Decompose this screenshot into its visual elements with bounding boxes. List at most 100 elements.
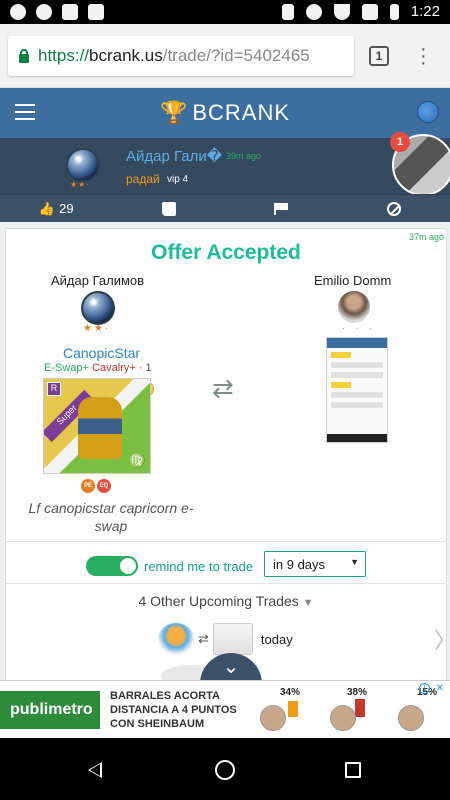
notification-badge[interactable]: 1 <box>390 132 410 152</box>
owner-avatar[interactable] <box>66 148 100 182</box>
ad-bar <box>288 701 298 717</box>
likes-count: 29 <box>59 201 74 216</box>
tag-level: · 1 <box>138 362 152 374</box>
trophy-icon: 🏆 <box>159 100 189 125</box>
remind-delay-select[interactable]: in 9 days ▼ <box>264 551 366 577</box>
image-icon <box>88 4 104 20</box>
flag-icon <box>274 202 289 215</box>
owner-vip-level: vip 4 <box>167 174 189 185</box>
like-button[interactable] <box>113 195 226 222</box>
swap-arrows-icon: ⇄ <box>198 631 209 646</box>
remind-label: remind me to trade <box>144 558 254 574</box>
url-scheme: https:// <box>38 46 90 65</box>
signal-icon <box>361 3 378 20</box>
lock-icon <box>18 49 30 63</box>
scroll-down-button[interactable]: ⌄ <box>200 653 262 680</box>
owner-city: радай <box>126 172 160 186</box>
main-content: 37m ago Offer Accepted Айдар Галимов ★★·… <box>0 222 450 680</box>
owner-stars: ★★· <box>70 180 91 189</box>
clock: 1:22 <box>410 3 440 20</box>
upcoming-trade-item[interactable]: ⇄ today <box>158 621 438 657</box>
ad-bar <box>355 699 365 717</box>
url-path: /trade/?id=5402465 <box>162 46 310 65</box>
upcoming-trade-when: today <box>260 631 293 647</box>
upcoming-pet-image <box>158 623 194 655</box>
spotify-icon <box>10 4 26 20</box>
browser-toolbar: https:// bcrank.us /trade/?id=5402465 1 … <box>0 24 450 88</box>
caret-down-icon: ▼ <box>350 557 359 567</box>
swap-arrows-icon: ⇄ <box>212 373 234 403</box>
trade-action-bar: 👍 29 <box>0 194 450 222</box>
alarm-icon <box>305 3 322 20</box>
battery-icon <box>389 3 399 20</box>
back-icon[interactable] <box>88 762 102 778</box>
divider <box>6 583 446 584</box>
offer-status-title: Offer Accepted <box>151 241 301 264</box>
offered-item-name[interactable]: CanopicStar <box>63 345 140 361</box>
right-party-name: Emilio Domm <box>314 273 392 288</box>
trade-card: 37m ago Offer Accepted Айдар Галимов ★★·… <box>5 228 450 680</box>
block-button[interactable] <box>338 195 450 222</box>
ad-candidate-photo <box>330 705 356 731</box>
trade-note: Lf canopicstar capricorn e-swap <box>28 500 194 534</box>
tab-switcher-button[interactable]: 1 <box>369 46 389 66</box>
offered-item-image[interactable]: R Super ♍ <box>43 378 151 474</box>
ad-percent: 34% <box>280 687 301 698</box>
messenger-icon <box>36 4 52 20</box>
like-icon <box>161 201 176 216</box>
url-bar[interactable]: https:// bcrank.us /trade/?id=5402465 <box>8 36 354 76</box>
upcoming-trades-title: 4 Other Upcoming Trades <box>138 593 299 609</box>
left-party-stars: ★★· <box>83 323 111 334</box>
upcoming-screenshot-image <box>212 623 253 655</box>
reminder-row: remind me to trade <box>86 553 253 579</box>
item-badges: PE EQ <box>81 479 111 493</box>
brand-logo[interactable]: 🏆 BCRANK <box>0 100 450 126</box>
cat-app-icon <box>62 4 78 20</box>
tag-eswap: E-Swap+ <box>44 362 89 374</box>
brand-name: BCRANK <box>192 100 291 125</box>
likes-button[interactable]: 👍 29 <box>0 195 113 222</box>
remind-toggle[interactable] <box>86 556 138 576</box>
monster-figure <box>78 397 122 459</box>
url-host: bcrank.us <box>89 46 163 65</box>
divider <box>6 541 446 542</box>
ad-candidate-photo <box>260 705 286 731</box>
overflow-menu-icon[interactable]: · · · <box>420 39 427 73</box>
ad-info-icon[interactable]: i <box>419 683 430 694</box>
app-header: 🏆 BCRANK <box>0 88 450 138</box>
ban-icon <box>386 201 401 216</box>
remind-delay-value: in 9 days <box>273 557 326 572</box>
recents-icon[interactable] <box>345 762 361 778</box>
vibrate-icon <box>281 3 294 20</box>
ad-candidate-photo <box>398 705 424 731</box>
globe-icon[interactable] <box>417 101 439 123</box>
chevron-right-icon[interactable]: 〉 <box>434 623 450 655</box>
system-nav-bar <box>0 738 450 800</box>
ad-headline: BARRALES ACORTA DISTANCIA A 4 PUNTOS CON… <box>110 690 237 730</box>
thumbs-up-icon: 👍 <box>38 200 56 216</box>
zodiac-icon: ♍ <box>128 452 146 468</box>
eq-badge: EQ <box>97 479 111 493</box>
triangle-down-icon: ▼ <box>302 597 314 609</box>
upcoming-trades-toggle[interactable]: 4 Other Upcoming Trades ▼ <box>6 593 446 609</box>
right-party-avatar[interactable] <box>338 291 370 323</box>
owner-name-link[interactable]: Айдар Гали� <box>126 147 222 165</box>
ad-close-icon[interactable]: ✕ <box>436 683 444 694</box>
left-party-name: Айдар Галимов <box>51 273 145 288</box>
rarity-badge: R <box>47 382 61 396</box>
wifi-icon <box>333 3 350 20</box>
ad-banner[interactable]: publimetro BARRALES ACORTA DISTANCIA A 4… <box>0 680 450 738</box>
left-party-avatar[interactable] <box>81 291 115 325</box>
status-bar: 1:22 <box>0 0 450 24</box>
attached-screenshot[interactable] <box>326 337 388 443</box>
pe-badge: PE <box>81 479 95 493</box>
home-icon[interactable] <box>215 760 235 780</box>
report-button[interactable] <box>225 195 338 222</box>
ad-brand-logo: publimetro <box>0 691 100 729</box>
tag-cavalry: Cavalry+ <box>92 362 136 374</box>
owner-time-ago: 39m ago <box>226 151 262 161</box>
item-tags: E-Swap+ Cavalry+ · 1 <box>44 362 152 374</box>
trade-owner-strip: ★★· Айдар Гали� 39m ago радай vip 4 1 <box>0 132 450 196</box>
right-party-stars: · · · <box>342 323 376 333</box>
ad-percent: 38% <box>347 687 368 698</box>
